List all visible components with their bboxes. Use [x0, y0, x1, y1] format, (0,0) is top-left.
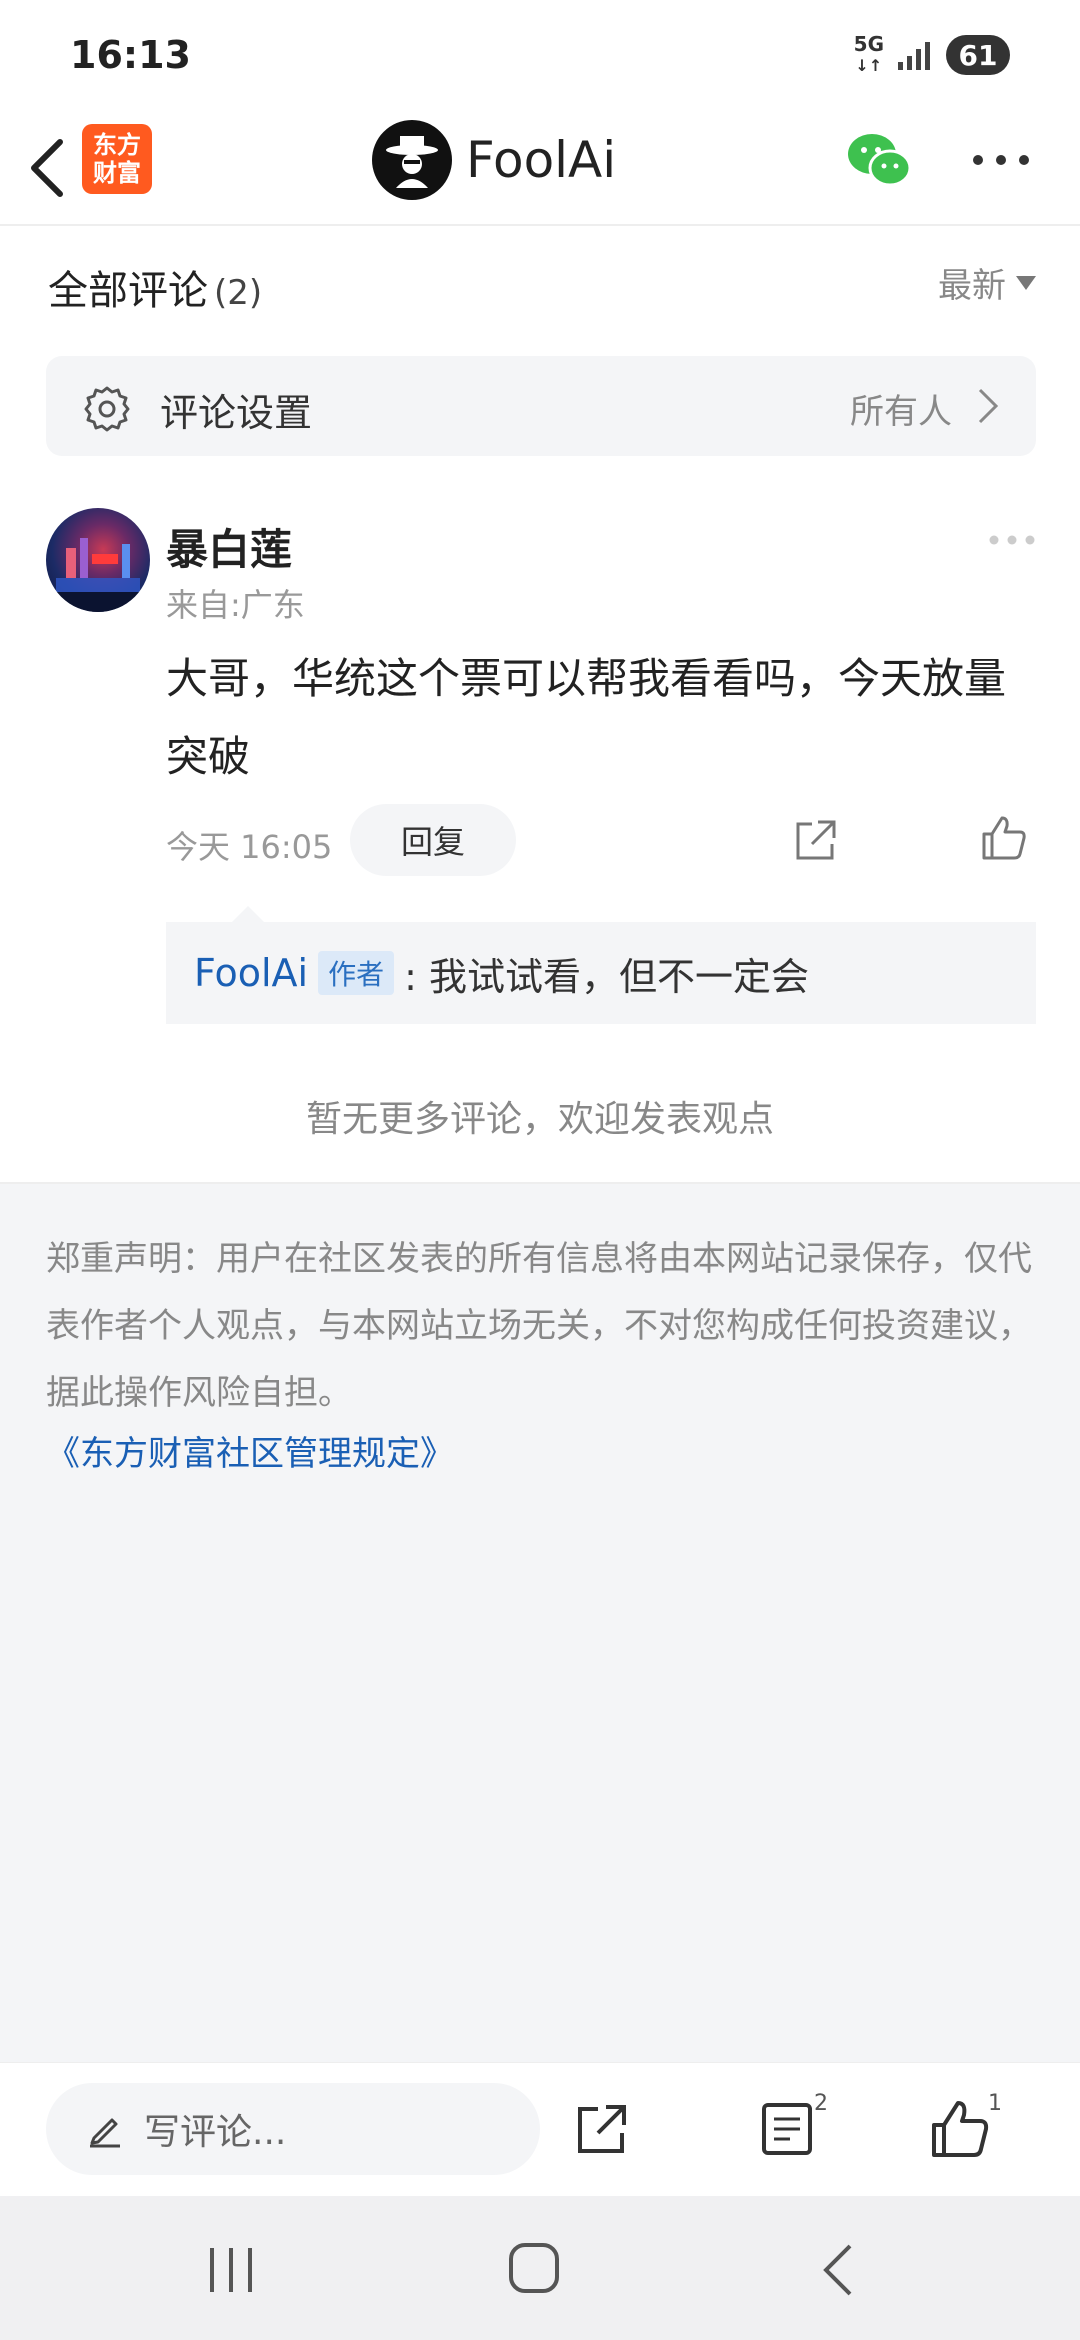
- chevron-right-icon: [978, 388, 999, 424]
- comment-settings-row[interactable]: 评论设置 所有人: [46, 356, 1036, 456]
- disclaimer-text: 郑重声明：用户在社区发表的所有信息将由本网站记录保存，仅代表作者个人观点，与本网…: [46, 1239, 1032, 1413]
- like-count: 1: [988, 2091, 1002, 2116]
- reply-button[interactable]: 回复: [350, 804, 516, 876]
- hat-figure-icon: [386, 136, 438, 188]
- thumbs-up-icon[interactable]: [930, 2099, 990, 2159]
- comments-title: 全部评论 (2): [48, 268, 263, 314]
- bottom-action-bar: 写评论... 2 1: [0, 2062, 1080, 2196]
- status-bar: 16:13 5G ↓↑ 61: [0, 0, 1080, 110]
- gear-icon: [84, 386, 130, 432]
- comments-header: 全部评论 (2) 最新: [0, 228, 1080, 348]
- comment-text: 大哥，华统这个票可以帮我看看吗，今天放量突破: [166, 654, 1007, 781]
- home-icon[interactable]: [508, 2242, 560, 2294]
- share-icon[interactable]: [574, 2101, 630, 2157]
- account-title[interactable]: FoolAi: [372, 118, 616, 202]
- sort-dropdown[interactable]: 最新: [938, 258, 1036, 307]
- comments-count: (2): [214, 273, 263, 313]
- author-badge: 作者: [318, 951, 395, 995]
- more-options-icon[interactable]: [970, 140, 1032, 180]
- write-comment-input[interactable]: 写评论...: [46, 2083, 540, 2175]
- reply-author[interactable]: FoolAi: [194, 951, 308, 995]
- comment-count: 2: [814, 2091, 828, 2116]
- caret-down-icon: [1016, 275, 1036, 290]
- recent-apps-icon[interactable]: [206, 2246, 256, 2294]
- comment-item: 暴白莲 来自:广东 大哥，华统这个票可以帮我看看吗，今天放量突破 今天 16:0…: [0, 500, 1080, 1040]
- status-time: 16:13: [70, 33, 191, 77]
- app-logo[interactable]: 东方 财富: [82, 124, 152, 194]
- comments-list-icon[interactable]: [760, 2101, 814, 2157]
- user-avatar[interactable]: [46, 508, 150, 612]
- pencil-icon: [90, 2118, 120, 2148]
- back-icon[interactable]: [820, 2242, 854, 2298]
- settings-label: 评论设置: [160, 391, 313, 435]
- settings-value: 所有人: [850, 392, 952, 432]
- write-comment-placeholder: 写评论...: [144, 2112, 287, 2153]
- back-arrow-icon[interactable]: [20, 128, 80, 208]
- system-nav-bar: [0, 2196, 1080, 2340]
- status-icons: 5G ↓↑ 61: [854, 34, 1010, 76]
- account-avatar: [372, 120, 452, 200]
- author-reply[interactable]: FoolAi 作者 : 我试试看，但不一定会: [166, 922, 1036, 1024]
- comment-username[interactable]: 暴白莲: [166, 516, 292, 577]
- network-5g-indicator: 5G ↓↑: [853, 32, 884, 75]
- thumbs-up-icon[interactable]: [980, 814, 1028, 862]
- sort-label: 最新: [938, 266, 1006, 306]
- signal-icon: [898, 42, 930, 70]
- top-nav-bar: 东方 财富 FoolAi: [0, 110, 1080, 226]
- comment-time: 今天 16:05: [166, 828, 333, 866]
- battery-icon: 61: [946, 35, 1010, 75]
- disclaimer-area: 郑重声明：用户在社区发表的所有信息将由本网站记录保存，仅代表作者个人观点，与本网…: [0, 1182, 1080, 2062]
- no-more-comments-text: 暂无更多评论，欢迎发表观点: [305, 1099, 774, 1140]
- account-name: FoolAi: [466, 131, 617, 189]
- community-rules-link[interactable]: 《东方财富社区管理规定》: [46, 1426, 454, 1475]
- wechat-icon[interactable]: [846, 130, 912, 190]
- city-night-image: [46, 538, 150, 612]
- reply-text: : 我试试看，但不一定会: [404, 954, 810, 999]
- comment-location: 来自:广东: [166, 586, 305, 624]
- comment-more-icon[interactable]: [988, 534, 1036, 546]
- share-icon[interactable]: [792, 818, 838, 864]
